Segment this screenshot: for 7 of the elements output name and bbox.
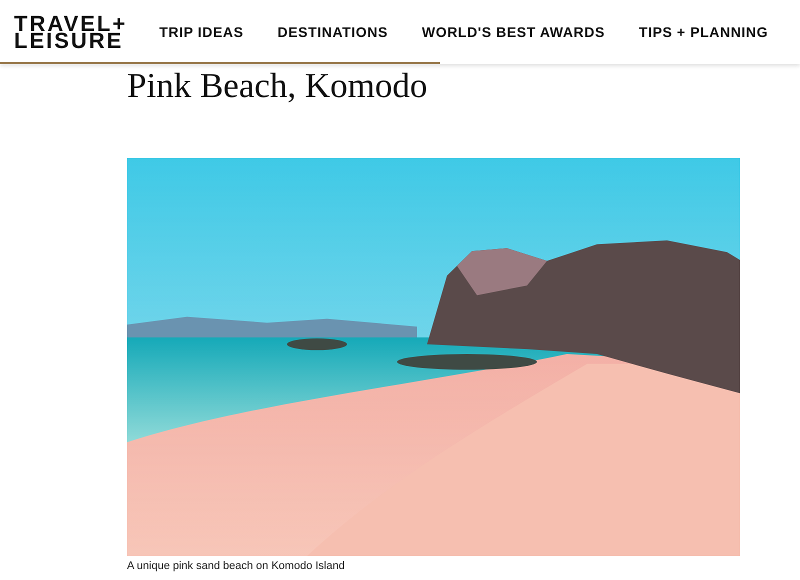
nav-link[interactable]: TIPS + PLANNING — [638, 22, 768, 42]
nav-link[interactable]: DESTINATIONS — [278, 22, 388, 42]
image-caption: A unique pink sand beach on Komodo Island — [127, 559, 346, 573]
nav-link[interactable]: WORLD'S BEST AWARDS — [422, 22, 605, 42]
site-logo[interactable]: TRAVEL+ LEISURE — [14, 15, 128, 49]
article-title: Pink Beach, Komodo — [127, 66, 428, 106]
nav-link[interactable]: TRIP IDEAS — [159, 22, 244, 42]
